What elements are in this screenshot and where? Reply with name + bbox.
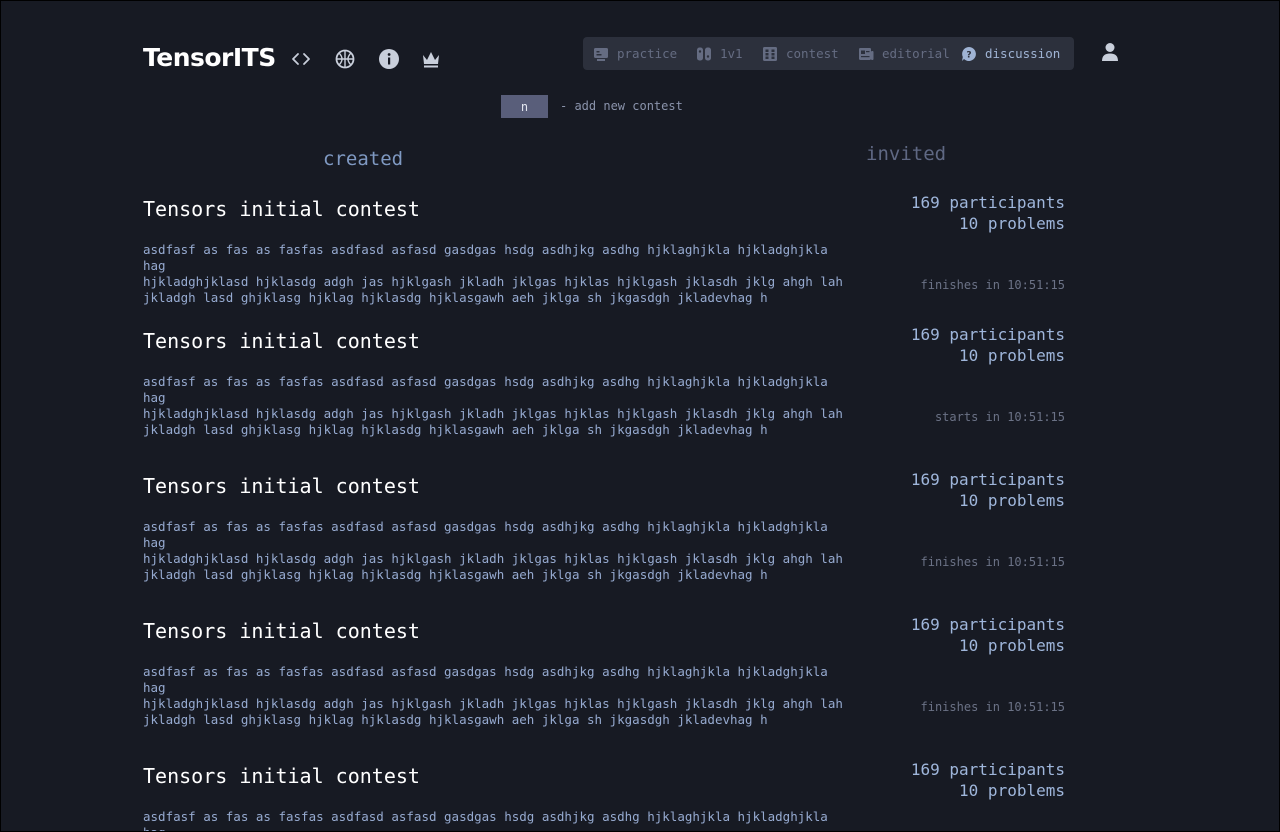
nav-editorial[interactable]: editorial [858,37,950,70]
main-nav: practice 1v1 contest editorial ? discuss… [583,37,1074,70]
nav-discussion-label: discussion [985,46,1061,61]
participants-count: 169 participants [910,193,1065,212]
nav-editorial-label: editorial [882,46,950,61]
nav-1v1[interactable]: 1v1 [696,37,743,70]
tab-created[interactable]: created [323,148,403,170]
contest-description: asdfasf as fas as fasfas asdfasd asfasd … [143,664,843,727]
nav-contest-label: contest [786,46,839,61]
versus-icon [696,46,712,62]
participants-count: 169 participants [910,615,1065,634]
contest-title: Tensors initial contest [143,474,420,498]
nav-practice-label: practice [617,46,678,61]
participants-count: 169 participants [910,325,1065,344]
nav-contest[interactable]: contest [762,37,839,70]
contest-description: asdfasf as fas as fasfas asdfasd asfasd … [143,809,828,831]
contest-description: asdfasf as fas as fasfas asdfasd asfasd … [143,242,843,305]
code-icon[interactable] [290,48,312,70]
crown-icon[interactable] [420,48,442,70]
contest-description: asdfasf as fas as fasfas asdfasd asfasd … [143,374,843,437]
info-icon[interactable] [378,48,400,70]
nav-discussion[interactable]: ? discussion [961,37,1060,70]
problems-count: 10 problems [959,214,1065,233]
grid-icon [762,46,778,62]
contest-title: Tensors initial contest [143,197,420,221]
problems-count: 10 problems [959,491,1065,510]
user-icon[interactable] [1099,41,1121,63]
participants-count: 169 participants [910,470,1065,489]
contest-description: asdfasf as fas as fasfas asdfasd asfasd … [143,519,843,582]
participants-count: 169 participants [910,760,1065,779]
contest-status: finishes in 10:51:15 [920,700,1066,714]
question-bubble-icon: ? [961,46,977,62]
add-contest-button[interactable]: n [501,95,548,118]
app-frame: TensorITS practice 1v1 contest editorial… [0,0,1280,832]
add-contest-hint: - add new contest [560,99,683,113]
contest-status: finishes in 10:51:15 [920,278,1066,292]
logo[interactable]: TensorITS [143,43,276,72]
svg-text:?: ? [966,50,971,60]
problems-count: 10 problems [959,636,1065,655]
nav-1v1-label: 1v1 [720,46,743,61]
problems-count: 10 problems [959,781,1065,800]
globe-icon[interactable] [334,48,356,70]
nav-practice[interactable]: practice [593,37,677,70]
contest-status: finishes in 10:51:15 [920,555,1066,569]
contest-status: starts in 10:51:15 [934,410,1065,424]
contest-title: Tensors initial contest [143,619,420,643]
editorial-icon [858,46,874,62]
tab-invited[interactable]: invited [866,143,946,165]
contest-title: Tensors initial contest [143,764,420,788]
problems-count: 10 problems [959,346,1065,365]
contest-title: Tensors initial contest [143,329,420,353]
monitor-icon [593,46,609,62]
